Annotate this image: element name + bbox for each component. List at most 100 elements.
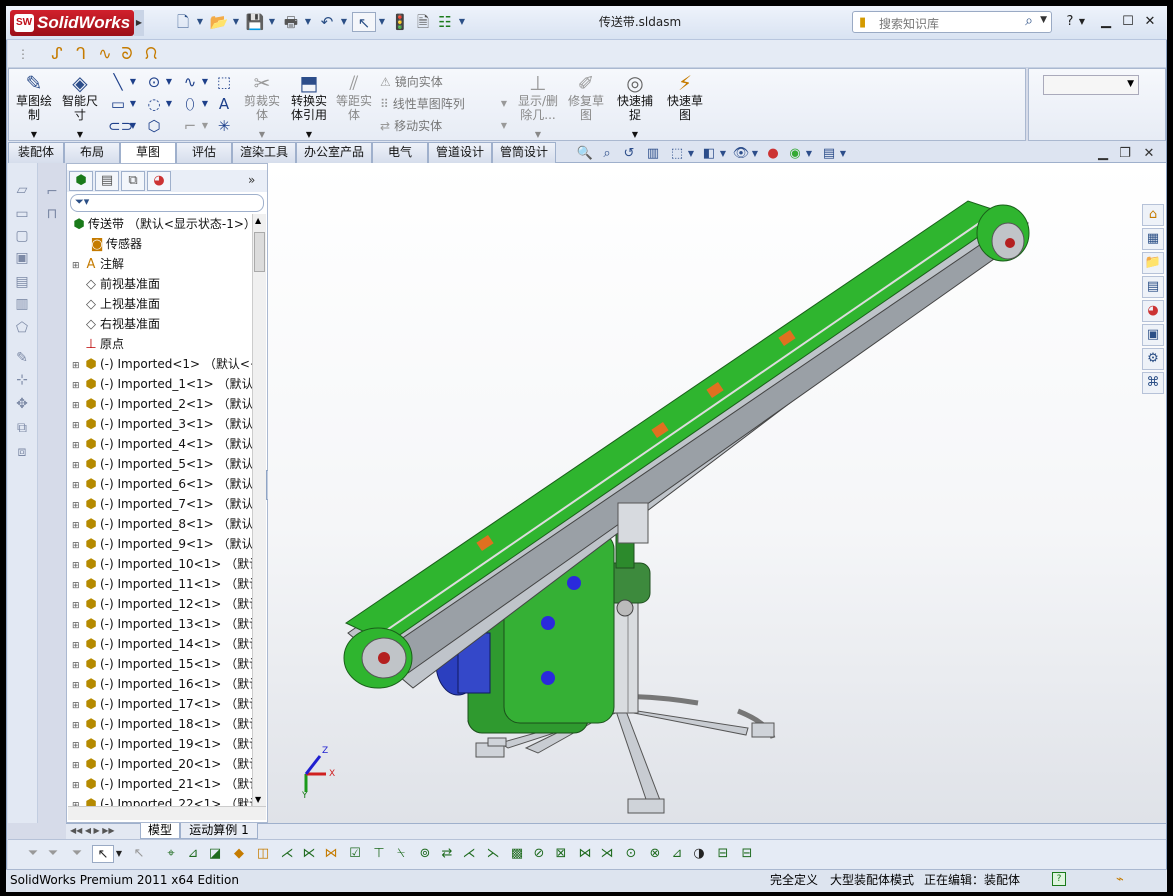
large-assembly-mode-icon[interactable]: ▩ xyxy=(508,845,526,863)
tree-item-component[interactable]: ⊞ ⬢ (-) Imported_11<1> （默认 xyxy=(72,574,252,594)
mate-icon[interactable]: ⊿ xyxy=(184,845,202,863)
linear-pattern-row[interactable]: ⠿ 线性草图阵列 xyxy=(380,94,465,114)
new-dropdown-icon[interactable]: ▼ xyxy=(194,12,206,32)
clearance-verification-icon[interactable]: ⇄ xyxy=(438,845,456,863)
offset-entities-button[interactable]: ⫽ 等距实 体 xyxy=(334,72,374,122)
convert-entities-button[interactable]: ⬒ 转换实 体引用 ▼ xyxy=(286,72,332,142)
shell-icon[interactable]: ⬠ xyxy=(12,318,32,338)
combo-dropdown-icon[interactable]: ▼ xyxy=(1127,79,1134,89)
tree-item-component[interactable]: ⊞ ⬢ (-) Imported_4<1> （默认 xyxy=(72,434,252,454)
sketch-relation-icon[interactable]: ⊹ xyxy=(12,370,32,390)
show-hidden-icon[interactable]: ◫ xyxy=(254,845,272,863)
filter-toggle-icon[interactable]: ⏷ xyxy=(44,845,62,863)
toolbox-icon[interactable]: ⚙ xyxy=(1142,348,1164,370)
interference-detection-icon[interactable]: ⊚ xyxy=(416,845,434,863)
smart-dimension-dropdown-icon[interactable]: ▼ xyxy=(58,128,102,142)
tree-horizontal-scrollbar[interactable] xyxy=(68,806,266,820)
tree-item-component[interactable]: ⊞ ⬢ (-) Imported_12<1> （默认 xyxy=(72,594,252,614)
tree-item-component[interactable]: ⊞ ⬢ (-) Imported<1> （默认<< xyxy=(72,354,252,374)
rapid-sketch-button[interactable]: ⚡ 快速草 图 xyxy=(662,72,708,122)
graphics-viewport[interactable] xyxy=(268,163,1166,823)
tree-filter-input[interactable]: ⏷▾ xyxy=(70,194,264,212)
trim-entities-button[interactable]: ✂ 剪裁实 体 ▼ xyxy=(240,72,284,142)
panel-expand-icon[interactable]: » xyxy=(248,173,255,187)
tab-tubing[interactable]: 管筒设计 xyxy=(492,142,556,163)
relations-dropdown-icon[interactable]: ▼ xyxy=(514,128,562,142)
explode-line-sketch-icon[interactable]: ⍀ xyxy=(392,845,410,863)
select-tool-icon[interactable]: ↖ xyxy=(92,845,114,863)
ellipse-icon[interactable]: ⬯ xyxy=(180,94,200,114)
select-filter-icon[interactable]: ⏷ xyxy=(24,845,42,863)
circle-icon[interactable]: ⊙ xyxy=(144,72,164,92)
tree-item-component[interactable]: ⊞ ⬢ (-) Imported_17<1> （默认 xyxy=(72,694,252,714)
circle-dropdown-icon[interactable]: ▼ xyxy=(164,72,174,92)
tab-electrical[interactable]: 电气 xyxy=(372,142,428,163)
new-document-icon[interactable]: 🗋 xyxy=(172,12,194,32)
spline-tool-icon[interactable]: ∿ xyxy=(180,72,200,92)
extrude-icon[interactable]: ▱ xyxy=(12,180,32,200)
arc-dropdown-icon[interactable]: ▼ xyxy=(164,94,174,114)
undo-icon[interactable]: ↶ xyxy=(316,12,338,32)
join-icon[interactable]: ⊿ xyxy=(668,845,686,863)
sweep-icon[interactable]: ▢ xyxy=(12,226,32,246)
solidworks-logo[interactable]: SW SolidWorks xyxy=(10,10,134,36)
magnified-select-icon[interactable]: ↖ xyxy=(130,845,148,863)
options-dropdown-icon[interactable]: ▼ xyxy=(456,12,468,32)
text-tool-icon[interactable]: A xyxy=(214,94,234,114)
design-library-icon[interactable]: ▦ xyxy=(1142,228,1164,250)
view-palette-icon[interactable]: ▤ xyxy=(1142,276,1164,298)
smart-fasteners-icon[interactable]: ⋈ xyxy=(576,845,594,863)
configuration-manager-tab-icon[interactable]: ⧉ xyxy=(121,171,145,191)
sketch-button[interactable]: ✎ 草图绘 制 ▼ xyxy=(12,72,56,142)
tab-motion-study[interactable]: 运动算例 1 xyxy=(180,823,258,839)
tree-item-component[interactable]: ⊞ ⬢ (-) Imported_18<1> （默认 xyxy=(72,714,252,734)
rebuild-tag-icon[interactable]: ⌁ xyxy=(1116,871,1124,889)
doc-restore-icon[interactable]: ❐ xyxy=(1116,145,1134,163)
tree-item-component[interactable]: ⊞ ⬢ (-) Imported_7<1> （默认 xyxy=(72,494,252,514)
quick-snap-dropdown-icon[interactable]: ▼ xyxy=(612,128,658,142)
undo-dropdown-icon[interactable]: ▼ xyxy=(338,12,350,32)
tree-item-component[interactable]: ⊞ ⬢ (-) Imported_10<1> （默认 xyxy=(72,554,252,574)
minimize-button[interactable]: ▁ xyxy=(1096,12,1116,32)
hole-alignment-icon[interactable]: ⋌ xyxy=(460,845,478,863)
select-tool-dropdown-icon[interactable]: ▼ xyxy=(114,845,124,863)
tree-item-annotations[interactable]: ⊞ A 注解 xyxy=(72,254,124,274)
feature-manager-tab-icon[interactable]: ⬢ xyxy=(69,171,93,191)
sketch-edit-icon[interactable]: ✎ xyxy=(12,348,32,368)
tree-item-right-plane[interactable]: ◇ 右视基准面 xyxy=(82,314,160,334)
property-manager-tab-icon[interactable]: ▤ xyxy=(95,171,119,191)
tree-item-component[interactable]: ⊞ ⬢ (-) Imported_1<1> （默认 xyxy=(72,374,252,394)
polygon-icon[interactable]: ⬡ xyxy=(144,116,164,136)
sketch-dropdown-icon[interactable]: ▼ xyxy=(12,128,56,142)
clear-filters-icon[interactable]: ⏷ xyxy=(68,845,86,863)
open-folder-icon[interactable]: 📂 xyxy=(208,12,230,32)
close-button[interactable]: ✕ xyxy=(1140,12,1160,32)
cut-revolve-icon[interactable]: ▥ xyxy=(12,294,32,314)
scroll-thumb[interactable] xyxy=(254,232,265,272)
hide-show-dropdown-icon[interactable]: ▼ xyxy=(750,145,760,163)
tree-item-component[interactable]: ⊞ ⬢ (-) Imported_8<1> （默认 xyxy=(72,514,252,534)
move-component-tool-icon[interactable]: ◆ xyxy=(230,845,248,863)
snapshot-icon[interactable]: ⊠ xyxy=(552,845,570,863)
convert-dropdown-icon[interactable]: ▼ xyxy=(286,128,332,142)
tree-item-sensors[interactable]: ◙ 传感器 xyxy=(78,234,142,254)
new-motion-study-icon[interactable]: ⋈ xyxy=(322,845,340,863)
sketch-toggle-icon[interactable]: ⌐ xyxy=(42,182,62,202)
scene-dropdown-icon[interactable]: ▼ xyxy=(804,145,814,163)
display-style-dropdown-icon[interactable]: ▼ xyxy=(718,145,728,163)
tree-item-component[interactable]: ⊞ ⬢ (-) Imported_3<1> （默认 xyxy=(72,414,252,434)
file-explorer-icon[interactable]: 📁 xyxy=(1142,252,1164,274)
revolve-icon[interactable]: ▭ xyxy=(12,204,32,224)
doc-close-icon[interactable]: ✕ xyxy=(1140,145,1158,163)
align-components-icon[interactable]: ⊟ xyxy=(738,845,756,863)
cavity-icon[interactable]: ⊗ xyxy=(646,845,664,863)
display-style-icon[interactable]: ◧ xyxy=(700,145,718,163)
tree-item-component[interactable]: ⊞ ⬢ (-) Imported_21<1> （默认 xyxy=(72,774,252,794)
copy-component-icon[interactable]: ⧈ xyxy=(12,442,32,462)
pattern-component-icon[interactable]: ⧉ xyxy=(12,418,32,438)
tree-vertical-scrollbar[interactable]: ▲ ▼ xyxy=(252,214,266,806)
slot-dropdown-icon[interactable]: ▼ xyxy=(128,116,138,136)
select-dropdown-icon[interactable]: ▼ xyxy=(376,12,388,32)
arc-icon[interactable]: ◌ xyxy=(144,94,164,114)
instant3d-icon[interactable]: ⋋ xyxy=(484,845,502,863)
